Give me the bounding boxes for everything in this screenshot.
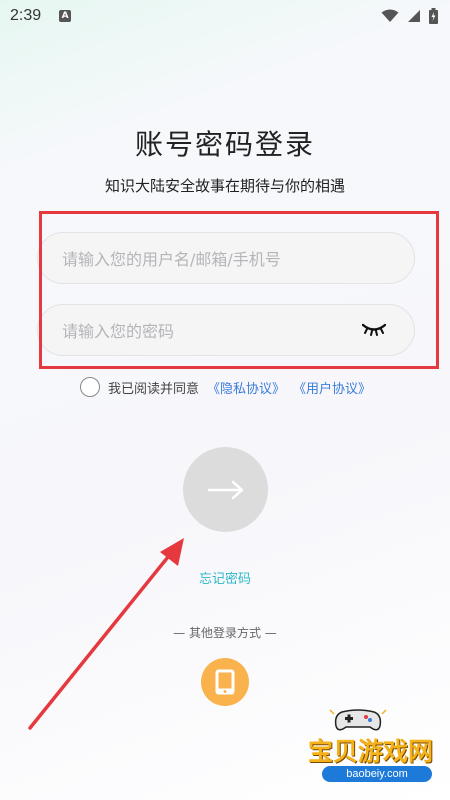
status-icons bbox=[381, 8, 438, 24]
battery-icon bbox=[429, 8, 438, 24]
watermark-url: baobeiy.com bbox=[322, 766, 432, 782]
watermark-title: 宝贝游戏网 bbox=[308, 737, 434, 766]
submit-button[interactable] bbox=[183, 447, 268, 532]
arrow-right-icon bbox=[207, 480, 243, 499]
highlight-box bbox=[39, 211, 439, 369]
agree-text: 我已阅读并同意 bbox=[108, 381, 200, 397]
status-time: 2:39 bbox=[10, 7, 42, 24]
page-title: 账号密码登录 bbox=[134, 128, 315, 161]
signal-icon bbox=[408, 10, 420, 22]
user-agreement-link[interactable]: 《用户协议》 bbox=[293, 378, 371, 397]
forgot-password-link[interactable]: 忘记密码 bbox=[0, 568, 450, 587]
other-login-methods-label: — 其他登录方式 — bbox=[173, 626, 277, 640]
agreement-row: 我已阅读并同意 《隐私协议》 《用户协议》 bbox=[80, 377, 371, 397]
phone-login-button[interactable] bbox=[201, 658, 249, 706]
wifi-icon bbox=[381, 9, 399, 22]
agree-checkbox[interactable] bbox=[80, 377, 100, 397]
notification-a-icon: A bbox=[59, 10, 72, 22]
status-bar: 2:39 A bbox=[0, 0, 450, 32]
phone-icon bbox=[215, 669, 235, 695]
privacy-link[interactable]: 《隐私协议》 bbox=[207, 378, 285, 397]
watermark-logo: 宝贝游戏网 baobeiy.com bbox=[300, 706, 440, 786]
gamepad-icon bbox=[329, 709, 387, 731]
page-subtitle: 知识大陆安全故事在期待与你的相遇 bbox=[104, 177, 345, 195]
